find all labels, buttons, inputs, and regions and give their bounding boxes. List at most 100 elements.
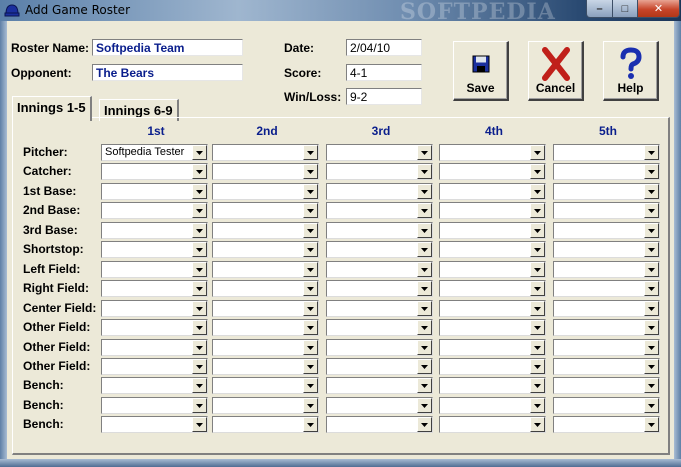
chevron-down-icon[interactable] (644, 378, 659, 393)
position-select[interactable] (326, 377, 433, 394)
chevron-down-icon[interactable] (192, 203, 207, 218)
position-select[interactable] (212, 183, 319, 200)
position-select[interactable] (326, 241, 433, 258)
chevron-down-icon[interactable] (417, 340, 432, 355)
chevron-down-icon[interactable] (644, 203, 659, 218)
position-select[interactable] (553, 144, 660, 161)
save-button[interactable]: Save (453, 41, 509, 101)
position-select[interactable] (101, 183, 208, 200)
position-select[interactable] (553, 241, 660, 258)
position-select[interactable] (553, 319, 660, 336)
chevron-down-icon[interactable] (530, 320, 545, 335)
position-select[interactable] (439, 241, 546, 258)
position-select[interactable] (326, 358, 433, 375)
position-select[interactable] (326, 280, 433, 297)
chevron-down-icon[interactable] (303, 301, 318, 316)
position-select[interactable] (212, 300, 319, 317)
chevron-down-icon[interactable] (303, 262, 318, 277)
help-button[interactable]: Help (603, 41, 659, 101)
chevron-down-icon[interactable] (417, 301, 432, 316)
chevron-down-icon[interactable] (530, 223, 545, 238)
chevron-down-icon[interactable] (192, 223, 207, 238)
chevron-down-icon[interactable] (417, 320, 432, 335)
chevron-down-icon[interactable] (644, 223, 659, 238)
chevron-down-icon[interactable] (192, 164, 207, 179)
position-select[interactable] (439, 163, 546, 180)
chevron-down-icon[interactable] (303, 378, 318, 393)
position-select[interactable] (212, 144, 319, 161)
chevron-down-icon[interactable] (644, 242, 659, 257)
position-select[interactable] (326, 416, 433, 433)
position-select[interactable] (101, 280, 208, 297)
chevron-down-icon[interactable] (530, 145, 545, 160)
position-select[interactable] (439, 183, 546, 200)
position-select[interactable] (101, 222, 208, 239)
chevron-down-icon[interactable] (192, 359, 207, 374)
position-select[interactable] (326, 222, 433, 239)
chevron-down-icon[interactable] (644, 359, 659, 374)
chevron-down-icon[interactable] (303, 164, 318, 179)
chevron-down-icon[interactable] (192, 301, 207, 316)
chevron-down-icon[interactable] (530, 398, 545, 413)
chevron-down-icon[interactable] (303, 359, 318, 374)
position-select[interactable] (553, 300, 660, 317)
chevron-down-icon[interactable] (417, 262, 432, 277)
chevron-down-icon[interactable] (303, 145, 318, 160)
chevron-down-icon[interactable] (303, 203, 318, 218)
position-select[interactable] (101, 319, 208, 336)
chevron-down-icon[interactable] (644, 184, 659, 199)
chevron-down-icon[interactable] (417, 145, 432, 160)
position-select[interactable] (212, 339, 319, 356)
roster-name-field[interactable]: Softpedia Team (92, 39, 243, 56)
close-button[interactable]: ✕ (637, 0, 680, 18)
chevron-down-icon[interactable] (417, 203, 432, 218)
position-select[interactable] (439, 416, 546, 433)
chevron-down-icon[interactable] (192, 242, 207, 257)
position-select[interactable] (326, 144, 433, 161)
title-bar[interactable]: Add Game Roster SOFTPEDIA – □ ✕ (0, 0, 681, 25)
position-select[interactable] (553, 397, 660, 414)
position-select[interactable] (553, 183, 660, 200)
position-select[interactable] (439, 319, 546, 336)
chevron-down-icon[interactable] (417, 164, 432, 179)
chevron-down-icon[interactable] (644, 281, 659, 296)
chevron-down-icon[interactable] (192, 398, 207, 413)
score-field[interactable]: 4-1 (346, 64, 422, 81)
position-select[interactable] (553, 358, 660, 375)
chevron-down-icon[interactable] (417, 223, 432, 238)
position-select[interactable] (326, 397, 433, 414)
chevron-down-icon[interactable] (192, 340, 207, 355)
position-select[interactable] (439, 222, 546, 239)
chevron-down-icon[interactable] (417, 359, 432, 374)
position-select[interactable] (439, 144, 546, 161)
position-select[interactable] (326, 183, 433, 200)
position-select[interactable] (326, 339, 433, 356)
chevron-down-icon[interactable] (303, 223, 318, 238)
position-select[interactable] (553, 339, 660, 356)
position-select[interactable] (326, 202, 433, 219)
position-select[interactable] (553, 163, 660, 180)
position-select[interactable] (212, 202, 319, 219)
chevron-down-icon[interactable] (303, 242, 318, 257)
position-select[interactable] (553, 416, 660, 433)
chevron-down-icon[interactable] (192, 281, 207, 296)
chevron-down-icon[interactable] (192, 184, 207, 199)
chevron-down-icon[interactable] (644, 340, 659, 355)
maximize-button[interactable]: □ (612, 0, 638, 18)
position-select[interactable] (212, 377, 319, 394)
position-select[interactable] (101, 339, 208, 356)
chevron-down-icon[interactable] (530, 262, 545, 277)
cancel-button[interactable]: Cancel (528, 41, 584, 101)
opponent-field[interactable]: The Bears (92, 64, 243, 81)
chevron-down-icon[interactable] (417, 398, 432, 413)
position-select[interactable] (553, 202, 660, 219)
position-select[interactable] (101, 163, 208, 180)
chevron-down-icon[interactable] (303, 398, 318, 413)
chevron-down-icon[interactable] (644, 301, 659, 316)
position-select[interactable] (439, 280, 546, 297)
position-select[interactable] (101, 241, 208, 258)
chevron-down-icon[interactable] (303, 320, 318, 335)
position-select[interactable] (553, 261, 660, 278)
chevron-down-icon[interactable] (530, 417, 545, 432)
position-select[interactable] (101, 397, 208, 414)
